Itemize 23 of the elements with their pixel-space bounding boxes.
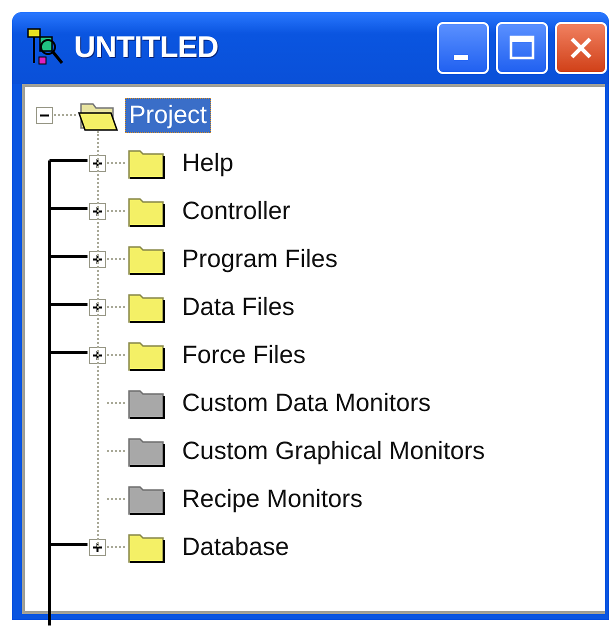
expand-icon[interactable]: [89, 202, 106, 220]
tree-item[interactable]: Program Files: [178, 242, 342, 276]
tree-item[interactable]: Project: [125, 98, 211, 132]
window-title: UNTITLED: [74, 31, 218, 65]
tree-item[interactable]: Custom Data Monitors: [178, 386, 435, 420]
maximize-button[interactable]: [496, 22, 548, 74]
tree-item[interactable]: Force Files: [178, 338, 310, 372]
minimize-button[interactable]: [437, 22, 489, 74]
tree-item[interactable]: Controller: [178, 194, 294, 228]
expand-icon[interactable]: [89, 346, 106, 364]
close-button[interactable]: [555, 22, 607, 74]
tree-item[interactable]: Data Files: [178, 290, 299, 324]
maximize-icon: [508, 34, 536, 62]
minimize-icon: [454, 54, 468, 60]
expand-icon[interactable]: [89, 250, 106, 268]
expand-icon[interactable]: [89, 538, 106, 556]
tree-item[interactable]: Database: [178, 530, 294, 564]
collapse-icon[interactable]: [36, 106, 53, 124]
tree-item[interactable]: Recipe Monitors: [178, 482, 367, 516]
expand-icon[interactable]: [89, 154, 106, 172]
tree-item[interactable]: Custom Graphical Monitors: [178, 434, 489, 468]
expand-icon[interactable]: [89, 298, 106, 316]
tree-item[interactable]: Help: [178, 146, 238, 180]
